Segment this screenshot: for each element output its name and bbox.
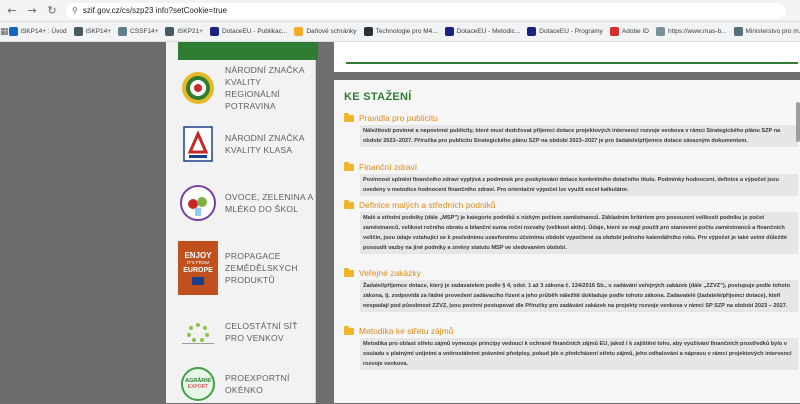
download-item-title[interactable]: Metodika ke střetu zájmů [359,326,453,336]
sidebar-item-label: OVOCE, ZELENINA A MLÉKO DO ŠKOL [225,192,313,214]
download-item: Definice malých a středních podniků Malé… [344,199,798,254]
bookmark-item[interactable]: DotaceEU - Publikac... [209,27,288,36]
bookmark-label: Ministerstvo pro m... [745,28,800,35]
bookmark-item[interactable]: iSKP21+ [165,27,203,36]
bookmark-item[interactable]: Technologie pro M4... [363,27,438,36]
bookmark-label: CSSF14+ [130,28,159,35]
logo-text: EXPORT [187,384,209,390]
rural-network-logo [178,312,218,352]
sidebar-item-label: CELOSTÁTNÍ SÍŤ PRO VENKOV [225,321,298,343]
back-icon[interactable]: ← [4,3,20,19]
bookmark-label: iSKP14+ : Úvod [20,28,67,35]
bookmark-favicon-icon [8,27,18,36]
download-item-description: Žadatel/příjemce dotace, který je zadava… [360,280,798,312]
bookmarks-bar: ▦ iSKP14+ : Úvod iSKP14+ CSSF14+ iSKP21+ Dot… [0,22,800,42]
apps-icon[interactable]: ▦ [0,27,9,37]
bookmark-favicon-icon [294,27,304,36]
sidebar-item-klasa[interactable]: NÁRODNÍ ZNAČKA KVALITY KLASA [178,124,318,164]
sidebar-item-rural-network[interactable]: CELOSTÁTNÍ SÍŤ PRO VENKOV [178,312,318,352]
bookmark-item[interactable]: CSSF14+ [118,27,158,36]
bookmark-label: DotaceEU - Publikac... [221,28,288,35]
sidebar-item-regional-food[interactable]: NÁRODNÍ ZNAČKA KVALITY REGIONÁLNÍ POTRAV… [178,64,318,112]
bookmark-item[interactable]: Ministerstvo pro m... [733,27,800,36]
bookmark-favicon-icon [527,27,537,36]
download-item-title[interactable]: Definice malých a středních podniků [359,200,496,210]
bookmark-label: Daňové schránky [306,28,357,35]
sidebar-item-promotion[interactable]: ENJOY IT'S FROM EUROPE PROPAGACE ZEMĚDĚL… [178,240,318,296]
bookmark-label: https://www.mas-b... [667,28,727,35]
bookmark-favicon-icon [655,27,665,36]
download-item-title[interactable]: Finanční zdraví [359,162,417,172]
sidebar: NÁRODNÍ ZNAČKA KVALITY REGIONÁLNÍ POTRAV… [166,42,318,404]
bookmark-favicon-icon [733,27,743,36]
folder-icon [344,199,354,209]
sidebar-item-school-fruit[interactable]: OVOCE, ZELENINA A MLÉKO DO ŠKOL [178,183,318,223]
content-card-top [334,42,800,72]
logo-text: ENJOY [184,251,212,260]
scrollbar-thumb[interactable] [796,102,800,142]
page-gutter [0,42,166,403]
bookmark-favicon-icon [73,27,83,36]
klasa-logo [178,124,218,164]
bookmark-label: iSKP14+ [85,28,112,35]
bookmark-favicon-icon [209,27,219,36]
folder-icon [344,112,354,122]
site-info-icon[interactable]: ⚲ [72,6,78,15]
section-title: KE STAŽENÍ [344,91,412,103]
main-content: KE STAŽENÍ Pravidla pro publicitu Náleži… [334,42,800,403]
bookmark-label: Technologie pro M4... [375,28,438,35]
bookmark-favicon-icon [165,27,175,36]
logo-text: EUROPE [183,267,213,274]
forward-icon[interactable]: → [24,3,40,19]
download-item: Veřejné zakázky Žadatel/příjemce dotace,… [344,267,798,312]
bookmark-item[interactable]: iSKP14+ : Úvod [8,27,67,36]
divider [346,62,798,64]
download-item-description: Náležitosti povinné a nepovinné publicit… [360,125,798,147]
bookmark-favicon-icon [363,27,373,36]
download-item-title[interactable]: Pravidla pro publicitu [359,113,438,123]
download-item-description: Malé a střední podniky (dále „MSP") je k… [360,212,798,254]
school-fruit-logo [178,183,218,223]
bookmark-item[interactable]: Adobe ID [609,27,649,36]
download-item-title[interactable]: Veřejné zakázky [359,268,421,278]
folder-icon [344,267,354,277]
reload-icon[interactable]: ↻ [44,3,60,19]
bookmark-item[interactable]: Daňové schránky [294,27,357,36]
sidebar-item-label: NÁRODNÍ ZNAČKA KVALITY KLASA [225,133,305,155]
sidebar-item-export[interactable]: AGRÁRNÍ EXPORT PROEXPORTNÍ OKÉNKO [178,364,318,404]
downloads-card: KE STAŽENÍ Pravidla pro publicitu Náleži… [334,80,800,403]
regional-food-logo [178,68,218,108]
bookmark-label: Adobe ID [621,28,649,35]
download-item-description: Povinnost splnění finančního zdraví vypl… [360,174,798,196]
sidebar-item-label: PROPAGACE ZEMĚDĚLSKÝCH PRODUKTŮ [225,251,298,285]
bookmark-label: DotaceEU - Programy [539,28,603,35]
bookmark-item[interactable]: DotaceEU - Programy [527,27,603,36]
address-bar[interactable]: ⚲ szif.gov.cz/cs/szp23 info?setCookie=tr… [66,2,786,19]
sidebar-item-label: NÁRODNÍ ZNAČKA KVALITY REGIONÁLNÍ POTRAV… [225,65,305,111]
bookmark-favicon-icon [609,27,619,36]
url-text: szif.gov.cz/cs/szp23 info?setCookie=true [82,6,228,15]
download-item: Metodika ke střetu zájmů Metodika pro ob… [344,325,798,370]
active-sidebar-item[interactable] [178,42,318,60]
bookmark-item[interactable]: https://www.mas-b... [655,27,727,36]
bookmark-label: DotaceEU - Metodic... [456,28,521,35]
folder-icon [344,161,354,171]
download-item-description: Metodika pro oblast střetu zájmů vymezuj… [360,338,798,370]
bookmark-item[interactable]: DotaceEU - Metodic... [444,27,521,36]
agrarni-export-logo: AGRÁRNÍ EXPORT [178,364,218,404]
enjoy-europe-logo: ENJOY IT'S FROM EUROPE [178,240,218,296]
bookmark-favicon-icon [118,27,128,36]
eu-flag-icon [192,277,204,285]
bookmark-favicon-icon [444,27,454,36]
page-content: NÁRODNÍ ZNAČKA KVALITY REGIONÁLNÍ POTRAV… [0,42,800,403]
bookmark-item[interactable]: iSKP14+ [73,27,112,36]
sidebar-item-label: PROEXPORTNÍ OKÉNKO [225,373,290,395]
browser-toolbar: ← → ↻ ⚲ szif.gov.cz/cs/szp23 info?setCoo… [0,0,800,22]
download-item: Finanční zdraví Povinnost splnění finanč… [344,161,798,196]
folder-icon [344,325,354,335]
download-item: Pravidla pro publicitu Náležitosti povin… [344,112,798,147]
bookmark-label: iSKP21+ [177,28,203,35]
